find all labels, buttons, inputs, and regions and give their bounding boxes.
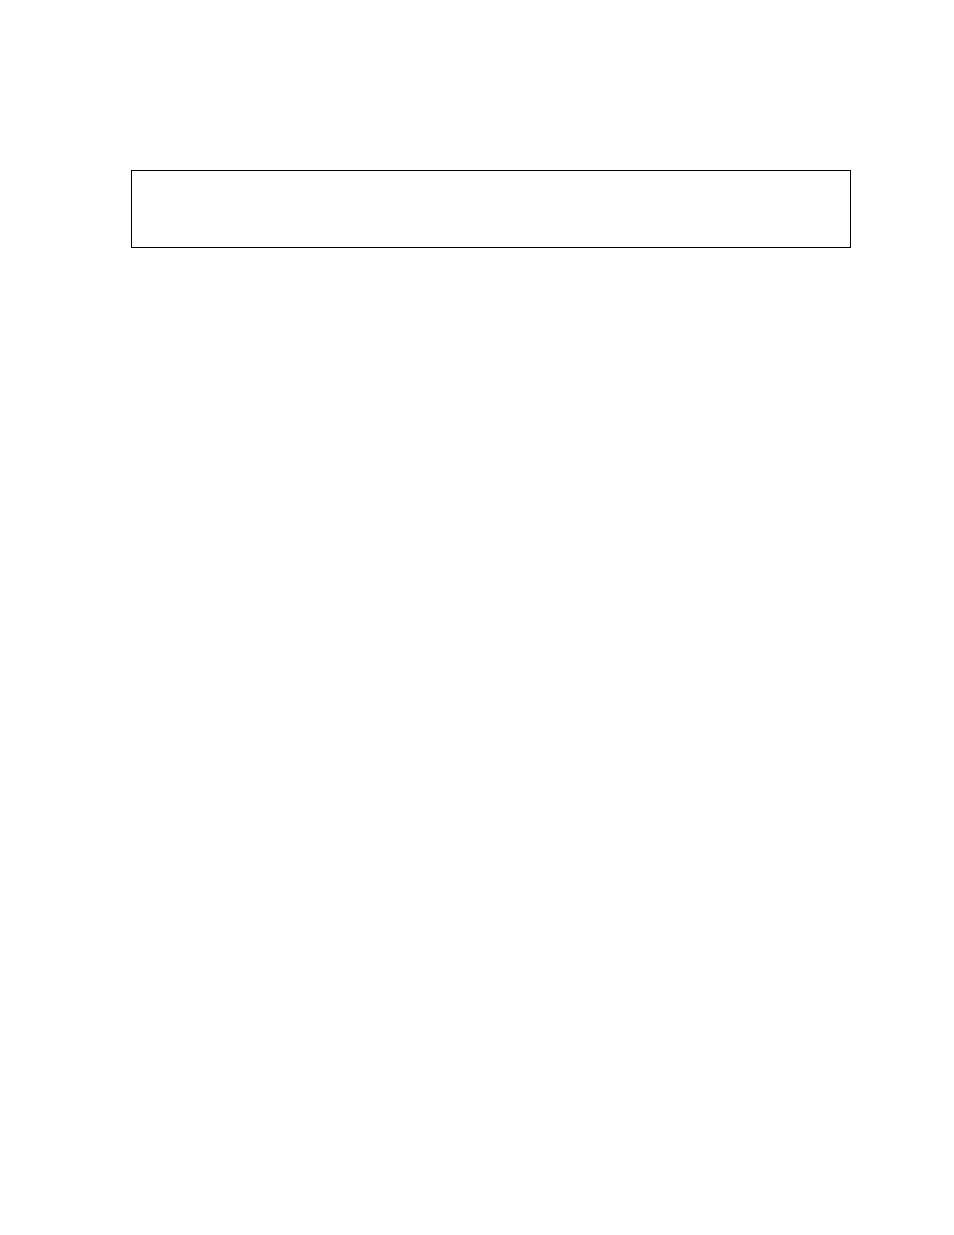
empty-box: [131, 170, 851, 248]
